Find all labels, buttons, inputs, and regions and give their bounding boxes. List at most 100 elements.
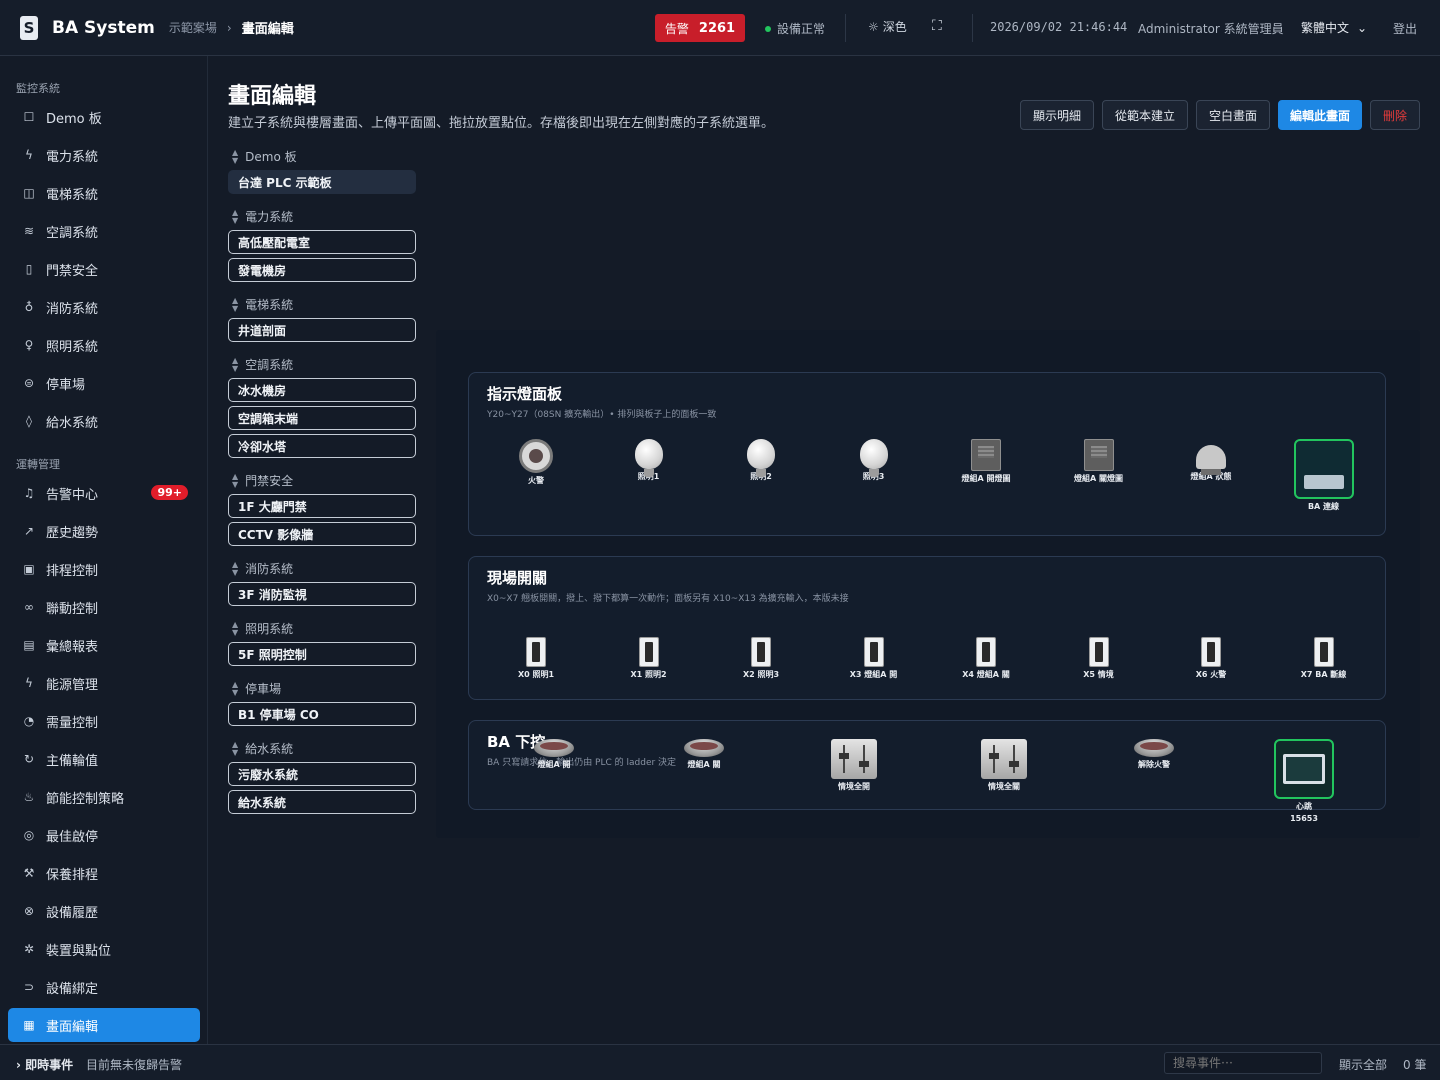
canvas-point[interactable]: X2 照明3 bbox=[711, 637, 811, 680]
page-group-header[interactable]: ▲ ▼ 電梯系統 bbox=[232, 296, 293, 313]
sidebar-item[interactable]: ▤ 彙總報表 bbox=[8, 628, 200, 662]
canvas-point[interactable]: 解除火警 bbox=[1104, 739, 1204, 770]
event-search-input[interactable] bbox=[1164, 1052, 1322, 1074]
canvas-point[interactable]: BA 連線 bbox=[1274, 439, 1374, 512]
canvas-point[interactable]: 照明3 bbox=[824, 439, 924, 482]
page-list-item[interactable]: 空調箱末端 bbox=[228, 406, 416, 430]
page-list-item[interactable]: 井道剖面 bbox=[228, 318, 416, 342]
sidebar-item[interactable]: ♫ 告警中心 99+ bbox=[8, 476, 200, 510]
indicator-panel[interactable]: 指示燈面板 Y20~Y27（08SN 擴充輸出）• 排列與板子上的面板一致 火警… bbox=[468, 372, 1386, 536]
sidebar-item[interactable]: ♀ 照明系統 bbox=[8, 328, 200, 362]
canvas-point[interactable]: X4 燈組A 關 bbox=[936, 637, 1036, 680]
delete-button[interactable]: 刪除 bbox=[1370, 100, 1420, 130]
canvas-point[interactable]: X5 情境 bbox=[1049, 637, 1149, 680]
show-all-link[interactable]: 顯示全部 bbox=[1339, 1056, 1387, 1073]
sort-handle-icon[interactable]: ▲ ▼ bbox=[232, 148, 238, 165]
canvas-point[interactable]: X7 BA 斷線 bbox=[1274, 637, 1374, 680]
page-group-header[interactable]: ▲ ▼ 門禁安全 bbox=[232, 472, 293, 489]
canvas-point[interactable]: 情境全開 bbox=[804, 739, 904, 792]
page-list-item[interactable]: 3F 消防監視 bbox=[228, 582, 416, 606]
sidebar-item[interactable]: ◔ 需量控制 bbox=[8, 704, 200, 738]
sidebar-item[interactable]: ∞ 聯動控制 bbox=[8, 590, 200, 624]
sidebar-item[interactable]: ◫ 電梯系統 bbox=[8, 176, 200, 210]
app-logo[interactable]: S bbox=[20, 15, 38, 40]
toggle-switch-icon bbox=[526, 637, 546, 667]
sidebar-item[interactable]: ⊜ 停車場 bbox=[8, 366, 200, 400]
sort-handle-icon[interactable]: ▲ ▼ bbox=[232, 296, 238, 313]
sidebar-item[interactable]: ◎ 最佳啟停 bbox=[8, 818, 200, 852]
canvas-point[interactable]: X3 燈組A 開 bbox=[824, 637, 924, 680]
sidebar-item[interactable]: ▣ 排程控制 bbox=[8, 552, 200, 586]
ba-control-panel[interactable]: BA 下控 BA 只寫請求位，輸出仍由 PLC 的 ladder 決定 燈組A … bbox=[468, 720, 1386, 823]
sidebar-item[interactable]: ϟ 能源管理 bbox=[8, 666, 200, 700]
page-list-item[interactable]: 高低壓配電室 bbox=[228, 230, 416, 254]
from-template-button[interactable]: 從範本建立 bbox=[1102, 100, 1188, 130]
page-list-item[interactable]: 5F 照明控制 bbox=[228, 642, 416, 666]
sidebar-item[interactable]: ▯ 門禁安全 bbox=[8, 252, 200, 286]
breadcrumb-site[interactable]: 示範案場 bbox=[169, 19, 217, 36]
canvas-point[interactable]: 燈組A 開燈圖 bbox=[936, 439, 1036, 484]
sidebar-item[interactable]: ⊃ 設備綁定 bbox=[8, 970, 200, 1004]
canvas-point[interactable]: 燈組A 關燈圖 bbox=[1049, 439, 1149, 484]
page-list-item[interactable]: 給水系統 bbox=[228, 790, 416, 814]
page-group-header[interactable]: ▲ ▼ 照明系統 bbox=[232, 620, 293, 637]
canvas-point[interactable]: X0 照明1 bbox=[486, 637, 586, 680]
page-group-header[interactable]: ▲ ▼ 消防系統 bbox=[232, 560, 293, 577]
sort-handle-icon[interactable]: ▲ ▼ bbox=[232, 740, 238, 757]
page-group-header[interactable]: ▲ ▼ 空調系統 bbox=[232, 356, 293, 373]
sort-handle-icon[interactable]: ▲ ▼ bbox=[232, 208, 238, 225]
page-list-item[interactable]: CCTV 影像牆 bbox=[228, 522, 416, 546]
sidebar-item[interactable]: ⊗ 設備履歷 bbox=[8, 894, 200, 928]
canvas-point[interactable]: 情境全關 bbox=[954, 739, 1054, 792]
sidebar-item[interactable]: ♨ 節能控制策略 bbox=[8, 780, 200, 814]
canvas-point[interactable]: 心跳 15653 bbox=[1254, 739, 1354, 823]
page-list-item[interactable]: 冷卻水塔 bbox=[228, 434, 416, 458]
sidebar-item[interactable]: ≋ 空調系統 bbox=[8, 214, 200, 248]
sidebar-item[interactable]: ↗ 歷史趨勢 bbox=[8, 514, 200, 548]
sidebar-item[interactable]: ↻ 主備輪值 bbox=[8, 742, 200, 776]
page-list-item[interactable]: 1F 大廳門禁 bbox=[228, 494, 416, 518]
sidebar-item[interactable]: ☐ Demo 板 bbox=[8, 100, 200, 134]
fullscreen-icon[interactable]: ⛶ bbox=[932, 18, 942, 34]
page-group-header[interactable]: ▲ ▼ 電力系統 bbox=[232, 208, 293, 225]
sort-handle-icon[interactable]: ▲ ▼ bbox=[232, 356, 238, 373]
blank-page-button[interactable]: 空白畫面 bbox=[1196, 100, 1270, 130]
editor-canvas[interactable]: 指示燈面板 Y20~Y27（08SN 擴充輸出）• 排列與板子上的面板一致 火警… bbox=[436, 330, 1420, 838]
canvas-point[interactable]: 燈組A 關 bbox=[654, 739, 754, 770]
sidebar-item[interactable]: ⚒ 保養排程 bbox=[8, 856, 200, 890]
canvas-point[interactable]: 照明2 bbox=[711, 439, 811, 482]
sort-handle-icon[interactable]: ▲ ▼ bbox=[232, 472, 238, 489]
canvas-point[interactable]: 燈組A 狀態 bbox=[1161, 439, 1261, 482]
page-list-item[interactable]: 冰水機房 bbox=[228, 378, 416, 402]
page-group-header[interactable]: ▲ ▼ 給水系統 bbox=[232, 740, 293, 757]
page-group-header[interactable]: ▲ ▼ Demo 板 bbox=[232, 148, 297, 165]
canvas-point[interactable]: X6 火警 bbox=[1161, 637, 1261, 680]
page-group-header[interactable]: ▲ ▼ 停車場 bbox=[232, 680, 281, 697]
show-detail-button[interactable]: 顯示明細 bbox=[1020, 100, 1094, 130]
header-divider bbox=[845, 14, 846, 42]
page-list-item[interactable]: 發電機房 bbox=[228, 258, 416, 282]
sort-handle-icon[interactable]: ▲ ▼ bbox=[232, 620, 238, 637]
sidebar-section-monitor: 監控系統 bbox=[16, 82, 60, 95]
edit-page-button[interactable]: 編輯此畫面 bbox=[1278, 100, 1362, 130]
canvas-point[interactable]: 火警 bbox=[486, 439, 586, 486]
logout-link[interactable]: 登出 bbox=[1393, 20, 1417, 37]
sidebar-item[interactable]: ♁ 消防系統 bbox=[8, 290, 200, 324]
sort-handle-icon[interactable]: ▲ ▼ bbox=[232, 560, 238, 577]
theme-toggle[interactable]: ☼ 深色 bbox=[868, 18, 907, 35]
sidebar-item[interactable]: ϟ 電力系統 bbox=[8, 138, 200, 172]
canvas-point[interactable]: 燈組A 開 bbox=[504, 739, 604, 770]
switch-panel[interactable]: 現場開關 X0~X7 翹板開關，撥上、撥下都算一次動作；面板另有 X10~X13… bbox=[468, 556, 1386, 700]
page-list-item[interactable]: B1 停車場 CO bbox=[228, 702, 416, 726]
sidebar-item[interactable]: ◊ 給水系統 bbox=[8, 404, 200, 438]
canvas-point[interactable]: 照明1 bbox=[599, 439, 699, 482]
alarm-badge[interactable]: 告警 2261 bbox=[655, 14, 745, 42]
sidebar-item[interactable]: ▦ 畫面編輯 bbox=[8, 1008, 200, 1042]
language-select[interactable]: 繁體中文 ⌄ bbox=[1301, 19, 1367, 36]
event-toggle[interactable]: › 即時事件 bbox=[16, 1056, 73, 1073]
sidebar-item[interactable]: ✲ 裝置與點位 bbox=[8, 932, 200, 966]
page-list-item[interactable]: 台達 PLC 示範板 bbox=[228, 170, 416, 194]
page-list-item[interactable]: 污廢水系統 bbox=[228, 762, 416, 786]
sort-handle-icon[interactable]: ▲ ▼ bbox=[232, 680, 238, 697]
canvas-point[interactable]: X1 照明2 bbox=[599, 637, 699, 680]
